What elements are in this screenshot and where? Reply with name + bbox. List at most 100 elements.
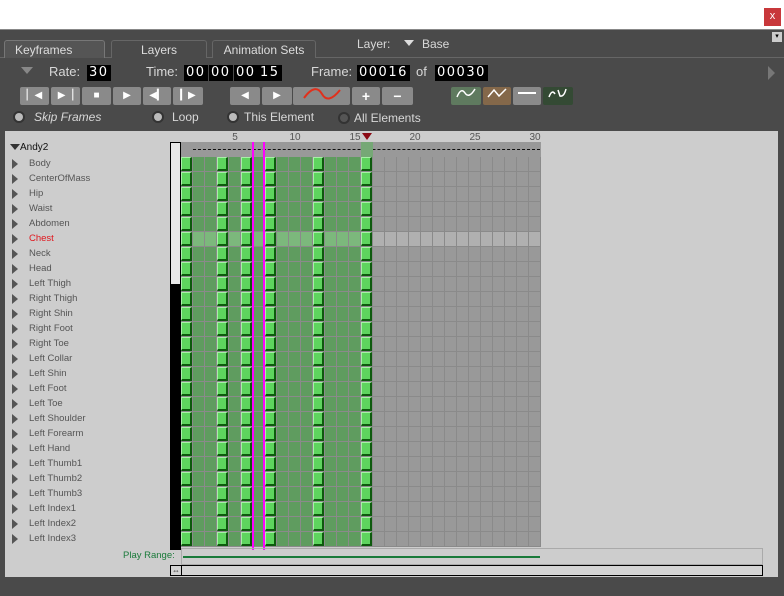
frame-cell[interactable]: [193, 487, 205, 502]
frame-cell[interactable]: [205, 187, 217, 202]
expand-icon[interactable]: [12, 249, 18, 259]
keyframe[interactable]: [361, 202, 372, 216]
frame-cell[interactable]: [421, 217, 433, 232]
frame-cell[interactable]: [337, 457, 349, 472]
frame-cell[interactable]: [457, 427, 469, 442]
frame-cell[interactable]: [277, 367, 289, 382]
frame-cell[interactable]: [481, 487, 493, 502]
frame-cell[interactable]: [385, 157, 397, 172]
keyframe[interactable]: [217, 202, 228, 216]
frame-cell[interactable]: [277, 232, 289, 247]
frame-cell[interactable]: [349, 367, 361, 382]
frame-cell[interactable]: [337, 307, 349, 322]
frame-cell[interactable]: [229, 532, 241, 547]
frame-cell[interactable]: [229, 262, 241, 277]
frame-cell[interactable]: [445, 502, 457, 517]
frame-cell[interactable]: [445, 352, 457, 367]
expand-icon[interactable]: [12, 369, 18, 379]
panel-menu-icon[interactable]: ▾: [772, 32, 782, 42]
frame-cell[interactable]: [517, 172, 529, 187]
frame-cell[interactable]: [457, 472, 469, 487]
frame-cell[interactable]: [397, 382, 409, 397]
layer-value[interactable]: Base: [422, 37, 449, 51]
frame-cell[interactable]: [337, 487, 349, 502]
frame-cell[interactable]: [433, 187, 445, 202]
keyframe[interactable]: [313, 157, 324, 171]
frame-cell[interactable]: [277, 457, 289, 472]
frame-cell[interactable]: [205, 157, 217, 172]
frame-cell[interactable]: [373, 322, 385, 337]
frame-cell[interactable]: [481, 292, 493, 307]
frame-cell[interactable]: [397, 172, 409, 187]
frame-cell[interactable]: [289, 532, 301, 547]
frame-cell[interactable]: [325, 532, 337, 547]
frame-cell[interactable]: [445, 172, 457, 187]
frame-cell[interactable]: [301, 487, 313, 502]
keyframe[interactable]: [181, 337, 192, 351]
frame-cell[interactable]: [517, 487, 529, 502]
frame-cell[interactable]: [229, 382, 241, 397]
frame-cell[interactable]: [229, 502, 241, 517]
keyframe[interactable]: [361, 262, 372, 276]
keyframe[interactable]: [241, 187, 252, 201]
expand-icon[interactable]: [12, 489, 18, 499]
frame-cell[interactable]: [337, 202, 349, 217]
frame-cell[interactable]: [409, 382, 421, 397]
frame-cell[interactable]: [229, 232, 241, 247]
frame-cell[interactable]: [205, 367, 217, 382]
frame-cell[interactable]: [301, 307, 313, 322]
frame-cell[interactable]: [397, 532, 409, 547]
frame-cell[interactable]: [349, 502, 361, 517]
keyframe[interactable]: [313, 202, 324, 216]
stop-button[interactable]: ■: [82, 87, 111, 105]
frame-cell[interactable]: [493, 262, 505, 277]
frame-cell[interactable]: [385, 487, 397, 502]
graph-button[interactable]: [293, 87, 350, 105]
keyframe[interactable]: [181, 277, 192, 291]
frame-cell[interactable]: [433, 232, 445, 247]
expand-icon[interactable]: [12, 414, 18, 424]
frame-cell[interactable]: [457, 322, 469, 337]
keyframe[interactable]: [217, 277, 228, 291]
step-back-button[interactable]: ◀▎: [143, 87, 171, 105]
frame-cell[interactable]: [325, 202, 337, 217]
keyframe[interactable]: [181, 532, 192, 546]
frame-cell[interactable]: [277, 427, 289, 442]
keyframe[interactable]: [181, 247, 192, 261]
frame-cell[interactable]: [301, 202, 313, 217]
frame-cell[interactable]: [373, 502, 385, 517]
frame-cell[interactable]: [529, 187, 541, 202]
frame-cell[interactable]: [409, 187, 421, 202]
frame-cell[interactable]: [493, 457, 505, 472]
frame-cell[interactable]: [409, 157, 421, 172]
keyframe[interactable]: [241, 517, 252, 531]
frame-cell[interactable]: [229, 427, 241, 442]
frame-cell[interactable]: [409, 352, 421, 367]
frame-cell[interactable]: [445, 187, 457, 202]
go-to-end-button[interactable]: ▶▕: [51, 87, 80, 105]
frame-cell[interactable]: [289, 442, 301, 457]
expand-icon[interactable]: [12, 204, 18, 214]
frame-cell[interactable]: [193, 262, 205, 277]
keyframe[interactable]: [241, 262, 252, 276]
keyframe[interactable]: [361, 217, 372, 231]
expand-icon[interactable]: [12, 234, 18, 244]
frame-cell[interactable]: [469, 262, 481, 277]
frame-cell[interactable]: [373, 262, 385, 277]
next-key-button[interactable]: ▶: [262, 87, 292, 105]
frame-cell[interactable]: [433, 202, 445, 217]
time-frames[interactable]: 15: [258, 65, 282, 81]
frame-cell[interactable]: [505, 277, 517, 292]
expand-icon[interactable]: [12, 399, 18, 409]
frame-cell[interactable]: [289, 457, 301, 472]
frame-cell[interactable]: [445, 532, 457, 547]
frame-cell[interactable]: [325, 247, 337, 262]
frame-cell[interactable]: [229, 157, 241, 172]
frame-cell[interactable]: [409, 262, 421, 277]
frame-cell[interactable]: [457, 277, 469, 292]
keyframe[interactable]: [265, 262, 276, 276]
keyframe[interactable]: [181, 472, 192, 486]
keyframe[interactable]: [241, 367, 252, 381]
frame-cell[interactable]: [205, 307, 217, 322]
keyframe[interactable]: [313, 457, 324, 471]
